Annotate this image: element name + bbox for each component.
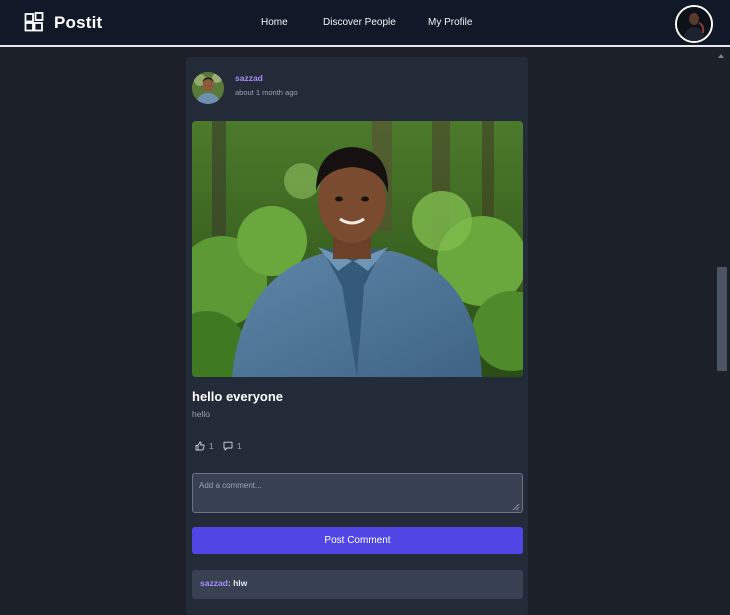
nav-link-discover-people[interactable]: Discover People (323, 17, 396, 28)
author-avatar-image (192, 72, 224, 104)
comment-author[interactable]: sazzad (200, 578, 228, 588)
post-card: sazzad about 1 month ago hello everyone … (186, 57, 528, 615)
scrollbar-thumb[interactable] (717, 267, 727, 371)
comment-input[interactable] (192, 473, 523, 513)
comment-count: 1 (237, 441, 242, 451)
thumbs-up-icon (195, 441, 205, 451)
like-button[interactable]: 1 (195, 441, 214, 451)
comment-item: sazzad: hlw (192, 570, 523, 599)
navbar: Postit Home Discover People My Profile (0, 0, 730, 47)
post-author-name[interactable]: sazzad (235, 73, 263, 83)
post-author-avatar[interactable] (192, 72, 224, 104)
nav-links: Home Discover People My Profile (0, 17, 730, 31)
comment-count-button[interactable]: 1 (223, 441, 242, 451)
user-avatar[interactable] (675, 5, 713, 43)
post-body: hello (192, 409, 210, 419)
post-title: hello everyone (192, 389, 284, 404)
comment-icon (223, 441, 233, 451)
post-comment-button[interactable]: Post Comment (192, 527, 523, 554)
user-avatar-image (677, 7, 711, 41)
comment-separator: : (227, 578, 231, 588)
nav-link-home[interactable]: Home (261, 17, 288, 28)
comment-text: hlw (233, 578, 248, 588)
post-timestamp: about 1 month ago (235, 88, 298, 97)
profile-photo (192, 121, 523, 377)
like-count: 1 (209, 441, 214, 451)
scroll-up-arrow-icon[interactable] (718, 54, 724, 58)
post-image (192, 121, 523, 377)
nav-link-my-profile[interactable]: My Profile (428, 17, 472, 28)
